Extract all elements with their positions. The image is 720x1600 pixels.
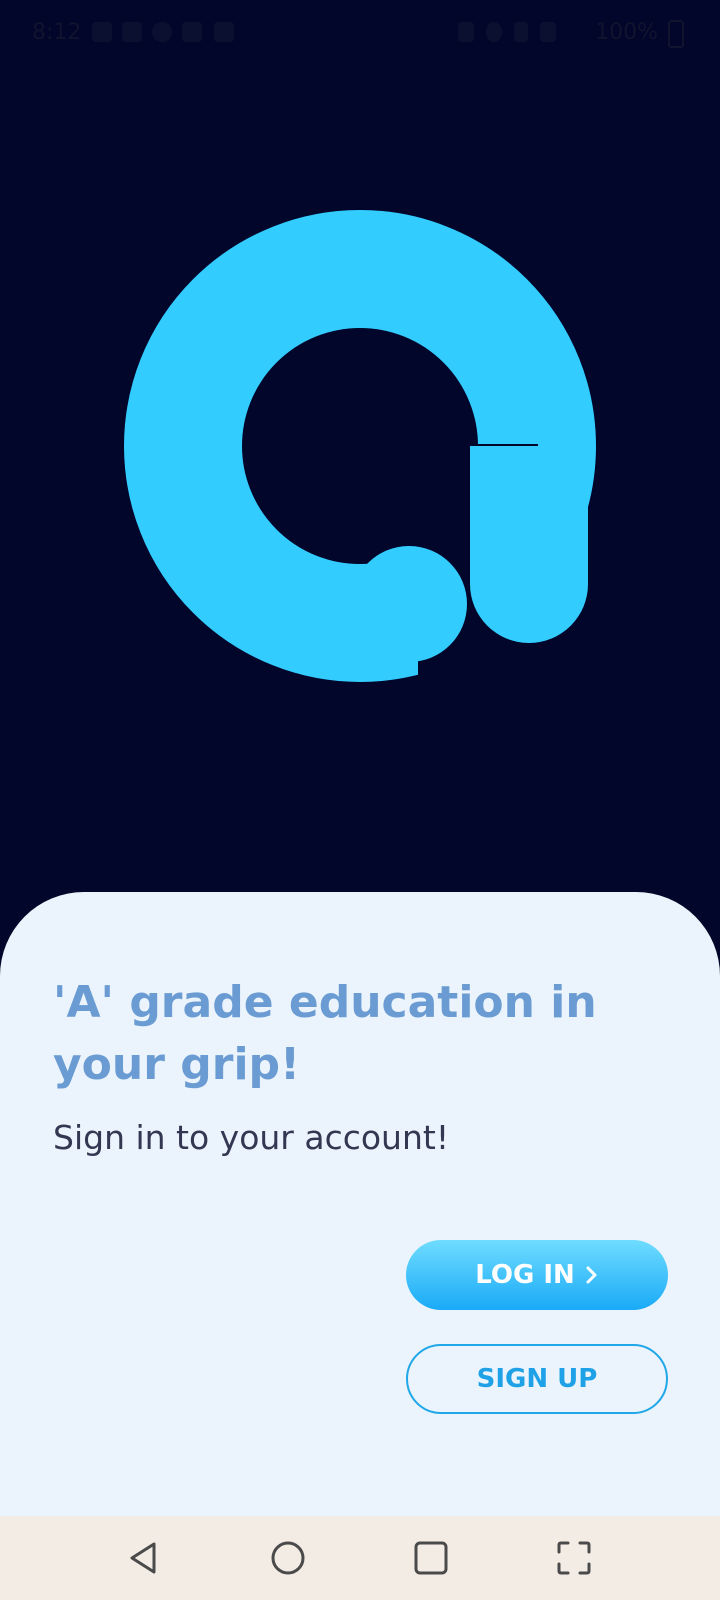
recents-icon [414,1541,448,1575]
facebook-icon [92,22,112,42]
screenshot-icon [557,1541,591,1575]
back-icon [130,1542,156,1574]
signup-button[interactable]: SIGN UP [406,1344,668,1414]
screenshot-button[interactable] [552,1536,596,1580]
chevron-right-icon [586,1266,597,1284]
back-button[interactable] [122,1536,166,1580]
signup-label: SIGN UP [476,1364,598,1394]
logo-stem [470,446,588,643]
battery-percentage: 100% [595,20,658,45]
wifi-icon [540,22,556,42]
app-logo-icon [152,22,172,42]
app-logo-icon [124,210,596,684]
status-bar: 8:12 100% [0,0,720,64]
welcome-subtitle: Sign in to your account! [53,1118,450,1157]
login-label: LOG IN [475,1260,575,1290]
message-icon [214,22,234,42]
message-icon [182,22,202,42]
login-button[interactable]: LOG IN [406,1240,668,1310]
logo-tail [351,546,467,662]
welcome-card: 'A' grade education in your grip! Sign i… [0,892,720,1516]
home-button[interactable] [266,1536,310,1580]
app-screen: 8:12 100% 'A' grade education in your gr… [0,0,720,1600]
recents-button[interactable] [409,1536,453,1580]
mute-icon [458,22,474,42]
mail-icon [122,22,142,42]
status-time: 8:12 [32,20,82,45]
battery-icon [668,20,684,48]
alarm-icon [486,22,502,42]
signal-icon [514,22,528,42]
welcome-headline: 'A' grade education in your grip! [53,977,597,1090]
navigation-bar [0,1516,720,1600]
home-icon [271,1541,305,1575]
